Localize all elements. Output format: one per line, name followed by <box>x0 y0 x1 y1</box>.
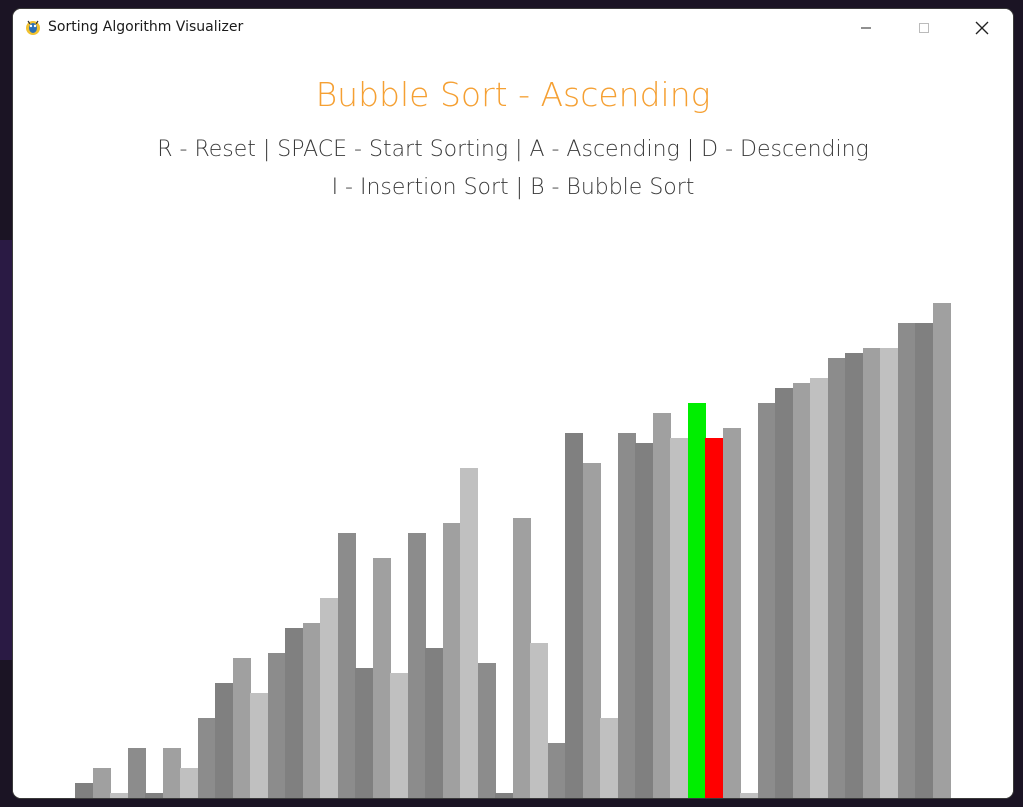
sort-bar <box>600 718 618 798</box>
sort-bar <box>127 748 146 798</box>
sort-bar <box>792 383 811 798</box>
sort-bar <box>162 748 181 798</box>
sort-bar <box>355 668 373 798</box>
sort-bar <box>775 388 793 798</box>
sort-bar <box>932 303 951 798</box>
sort-bar <box>92 768 111 798</box>
maximize-button[interactable] <box>901 9 947 47</box>
sort-bar <box>75 783 93 798</box>
sort-bar <box>215 683 233 798</box>
sort-bar <box>915 323 933 798</box>
sort-bar <box>145 793 163 798</box>
sort-bar <box>687 403 706 798</box>
sort-bar <box>722 428 741 798</box>
sort-bar <box>635 443 653 798</box>
sort-bar <box>512 518 531 798</box>
maximize-icon <box>919 23 929 33</box>
sort-bar <box>705 438 723 798</box>
sort-bar <box>652 413 671 798</box>
sort-bar <box>810 378 828 798</box>
sort-bar <box>862 348 881 798</box>
sort-bar <box>442 523 461 798</box>
sort-bar <box>390 673 408 798</box>
sort-bar <box>197 718 216 798</box>
close-icon <box>975 21 989 35</box>
sort-bar <box>880 348 898 798</box>
sort-bar <box>267 653 286 798</box>
sort-bar <box>250 693 268 798</box>
title-bar[interactable]: Sorting Algorithm Visualizer <box>13 9 1013 47</box>
sort-bar <box>547 743 566 798</box>
sort-bar <box>285 628 303 798</box>
sort-bar <box>477 663 496 798</box>
sort-bar <box>337 533 356 798</box>
sort-bar <box>845 353 863 798</box>
sort-bar <box>897 323 916 798</box>
minimize-icon <box>861 27 871 29</box>
sort-bar <box>320 598 338 798</box>
pygame-snake-icon <box>26 20 40 35</box>
sort-bar <box>372 558 391 798</box>
app-window: Sorting Algorithm Visualizer Bubble Sort… <box>13 9 1013 798</box>
sort-bar <box>740 793 758 798</box>
sort-bar <box>302 623 321 798</box>
sort-bar <box>232 658 251 798</box>
minimize-button[interactable] <box>843 9 889 47</box>
sort-bar <box>757 403 776 798</box>
sort-bar <box>460 468 478 798</box>
sort-bar <box>110 793 128 798</box>
sort-bar <box>565 433 583 798</box>
sort-bar <box>617 433 636 798</box>
sort-bar <box>407 533 426 798</box>
window-title: Sorting Algorithm Visualizer <box>48 19 244 35</box>
visualizer-canvas: Bubble Sort - Ascending R - Reset | SPAC… <box>13 47 1013 798</box>
sort-bar <box>495 793 513 798</box>
sort-bar <box>827 358 846 798</box>
sort-bar <box>582 463 601 798</box>
sort-bar <box>180 768 198 798</box>
bar-chart <box>13 47 1013 798</box>
sort-bar <box>530 643 548 798</box>
sort-bar <box>425 648 443 798</box>
close-button[interactable] <box>959 9 1005 47</box>
sort-bar <box>670 438 688 798</box>
